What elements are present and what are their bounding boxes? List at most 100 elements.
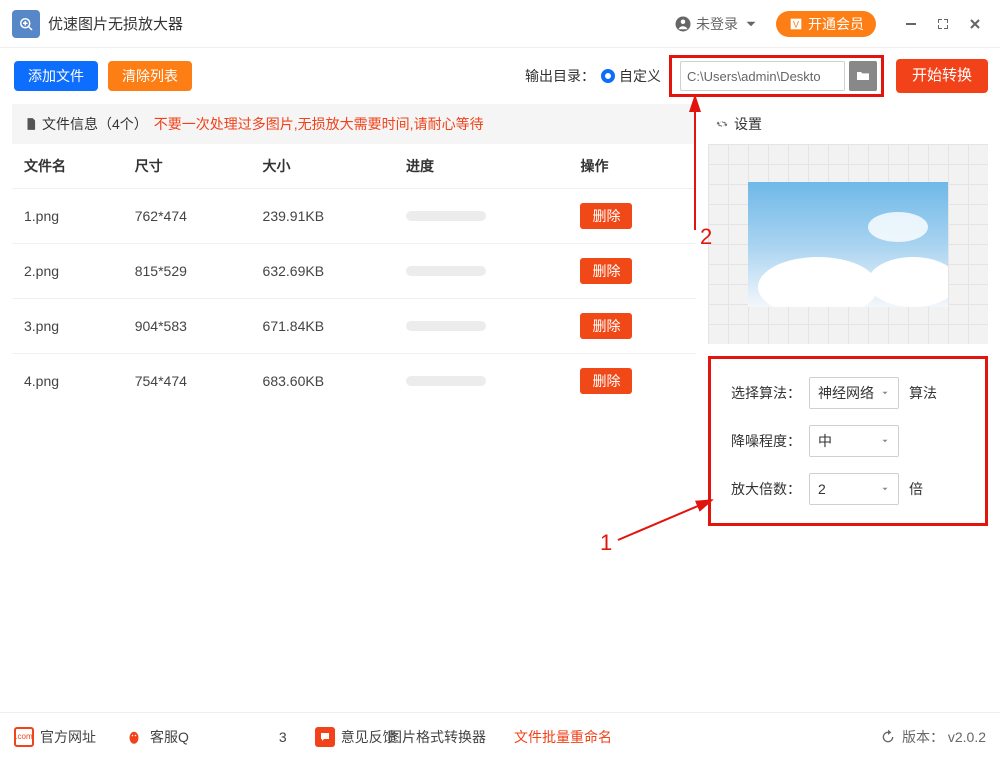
col-ops: 操作: [568, 144, 696, 189]
table-row: 2.png 815*529 632.69KB 删除: [12, 244, 696, 299]
site-icon: .com: [14, 727, 34, 747]
cell-progress: [394, 189, 568, 244]
chevron-down-icon: [880, 484, 890, 494]
minimize-button[interactable]: [898, 11, 924, 37]
add-files-button[interactable]: 添加文件: [14, 61, 98, 91]
output-path-input[interactable]: [680, 61, 845, 91]
algorithm-value: 神经网络: [818, 383, 874, 403]
settings-controls-highlight: 选择算法： 神经网络 算法 降噪程度： 中 放大倍数： 2: [708, 356, 988, 526]
user-icon: [674, 15, 692, 33]
toolbar: 添加文件 清除列表 输出目录： 自定义 开始转换: [0, 48, 1000, 104]
delete-button[interactable]: 删除: [580, 313, 632, 339]
vip-button[interactable]: V 开通会员: [776, 11, 876, 37]
table-row: 1.png 762*474 239.91KB 删除: [12, 189, 696, 244]
table-row: 3.png 904*583 671.84KB 删除: [12, 299, 696, 354]
file-warning: 不要一次处理过多图片,无损放大需要时间,请耐心等待: [154, 114, 484, 134]
version-info[interactable]: 版本： v2.0.2: [880, 727, 986, 747]
algorithm-label: 选择算法：: [725, 383, 801, 403]
scale-value: 2: [818, 481, 826, 497]
footer-bar: .com 官方网址 客服Q 3 意见反馈 图片格式转换器 文件批量重命名 版本：…: [0, 712, 1000, 760]
vip-label: 开通会员: [808, 11, 864, 37]
table-row: 4.png 754*474 683.60KB 删除: [12, 354, 696, 409]
output-dir-label: 输出目录：: [525, 66, 595, 86]
folder-icon: [855, 68, 871, 84]
cell-progress: [394, 354, 568, 409]
denoise-select[interactable]: 中: [809, 425, 899, 457]
cell-filesize: 632.69KB: [251, 244, 394, 299]
col-dimensions: 尺寸: [123, 144, 251, 189]
cell-progress: [394, 244, 568, 299]
cell-dimensions: 904*583: [123, 299, 251, 354]
file-info-bar: 文件信息（4个） 不要一次处理过多图片,无损放大需要时间,请耐心等待: [12, 104, 696, 144]
cell-filesize: 671.84KB: [251, 299, 394, 354]
progress-bar: [406, 376, 486, 386]
qq-icon: [124, 727, 144, 747]
progress-bar: [406, 266, 486, 276]
refresh-icon: [880, 729, 896, 745]
cell-progress: [394, 299, 568, 354]
denoise-row: 降噪程度： 中: [725, 425, 971, 457]
browse-folder-button[interactable]: [849, 61, 877, 91]
settings-panel: 设置 选择算法： 神经网络 算法 降噪程度： 中: [708, 104, 988, 704]
algorithm-row: 选择算法： 神经网络 算法: [725, 377, 971, 409]
col-progress: 进度: [394, 144, 568, 189]
denoise-label: 降噪程度：: [725, 431, 801, 451]
file-panel: 文件信息（4个） 不要一次处理过多图片,无损放大需要时间,请耐心等待 文件名 尺…: [12, 104, 696, 704]
close-button[interactable]: [962, 11, 988, 37]
col-filename: 文件名: [12, 144, 123, 189]
qq-support-link[interactable]: 客服Q 3: [124, 727, 287, 747]
version-label: 版本： v2.0.2: [902, 727, 986, 747]
chevron-down-icon: [742, 15, 760, 33]
cell-filesize: 683.60KB: [251, 354, 394, 409]
algorithm-suffix: 算法: [909, 383, 937, 403]
document-icon: [24, 117, 38, 131]
cell-ops: 删除: [568, 244, 696, 299]
cell-filename: 3.png: [12, 299, 123, 354]
output-path-highlight: [669, 55, 884, 97]
cell-filename: 1.png: [12, 189, 123, 244]
clear-list-button[interactable]: 清除列表: [108, 61, 192, 91]
preview-image: [748, 182, 948, 307]
delete-button[interactable]: 删除: [580, 368, 632, 394]
footer-link-rename[interactable]: 文件批量重命名: [514, 727, 612, 747]
footer-link-format[interactable]: 图片格式转换器: [388, 727, 486, 747]
algorithm-select[interactable]: 神经网络: [809, 377, 899, 409]
scale-label: 放大倍数：: [725, 479, 801, 499]
cell-dimensions: 754*474: [123, 354, 251, 409]
app-icon: [12, 10, 40, 38]
maximize-button[interactable]: [930, 11, 956, 37]
progress-bar: [406, 211, 486, 221]
custom-radio-label[interactable]: 自定义: [619, 66, 661, 86]
settings-header: 设置: [708, 104, 988, 144]
file-table: 文件名 尺寸 大小 进度 操作 1.png 762*474 239.91KB 删…: [12, 144, 696, 408]
cell-ops: 删除: [568, 189, 696, 244]
chevron-down-icon: [880, 388, 890, 398]
cell-ops: 删除: [568, 299, 696, 354]
cell-filename: 4.png: [12, 354, 123, 409]
footer-center-links: 图片格式转换器 文件批量重命名: [374, 727, 626, 747]
cell-dimensions: 762*474: [123, 189, 251, 244]
settings-header-label: 设置: [734, 114, 762, 134]
custom-radio[interactable]: [601, 69, 615, 83]
col-filesize: 大小: [251, 144, 394, 189]
progress-bar: [406, 321, 486, 331]
official-site-link[interactable]: .com 官方网址: [14, 727, 96, 747]
svg-text:V: V: [793, 19, 800, 29]
delete-button[interactable]: 删除: [580, 258, 632, 284]
cell-filename: 2.png: [12, 244, 123, 299]
delete-button[interactable]: 删除: [580, 203, 632, 229]
chevron-down-icon: [880, 436, 890, 446]
cell-ops: 删除: [568, 354, 696, 409]
cell-dimensions: 815*529: [123, 244, 251, 299]
cell-filesize: 239.91KB: [251, 189, 394, 244]
vip-icon: V: [788, 16, 804, 32]
scale-suffix: 倍: [909, 479, 923, 499]
title-bar: 优速图片无损放大器 未登录 V 开通会员: [0, 0, 1000, 48]
start-convert-button[interactable]: 开始转换: [896, 59, 988, 93]
feedback-icon: [315, 727, 335, 747]
login-label: 未登录: [696, 14, 738, 34]
gear-icon: [714, 116, 730, 132]
scale-row: 放大倍数： 2 倍: [725, 473, 971, 505]
scale-select[interactable]: 2: [809, 473, 899, 505]
login-dropdown[interactable]: 未登录: [674, 14, 764, 34]
